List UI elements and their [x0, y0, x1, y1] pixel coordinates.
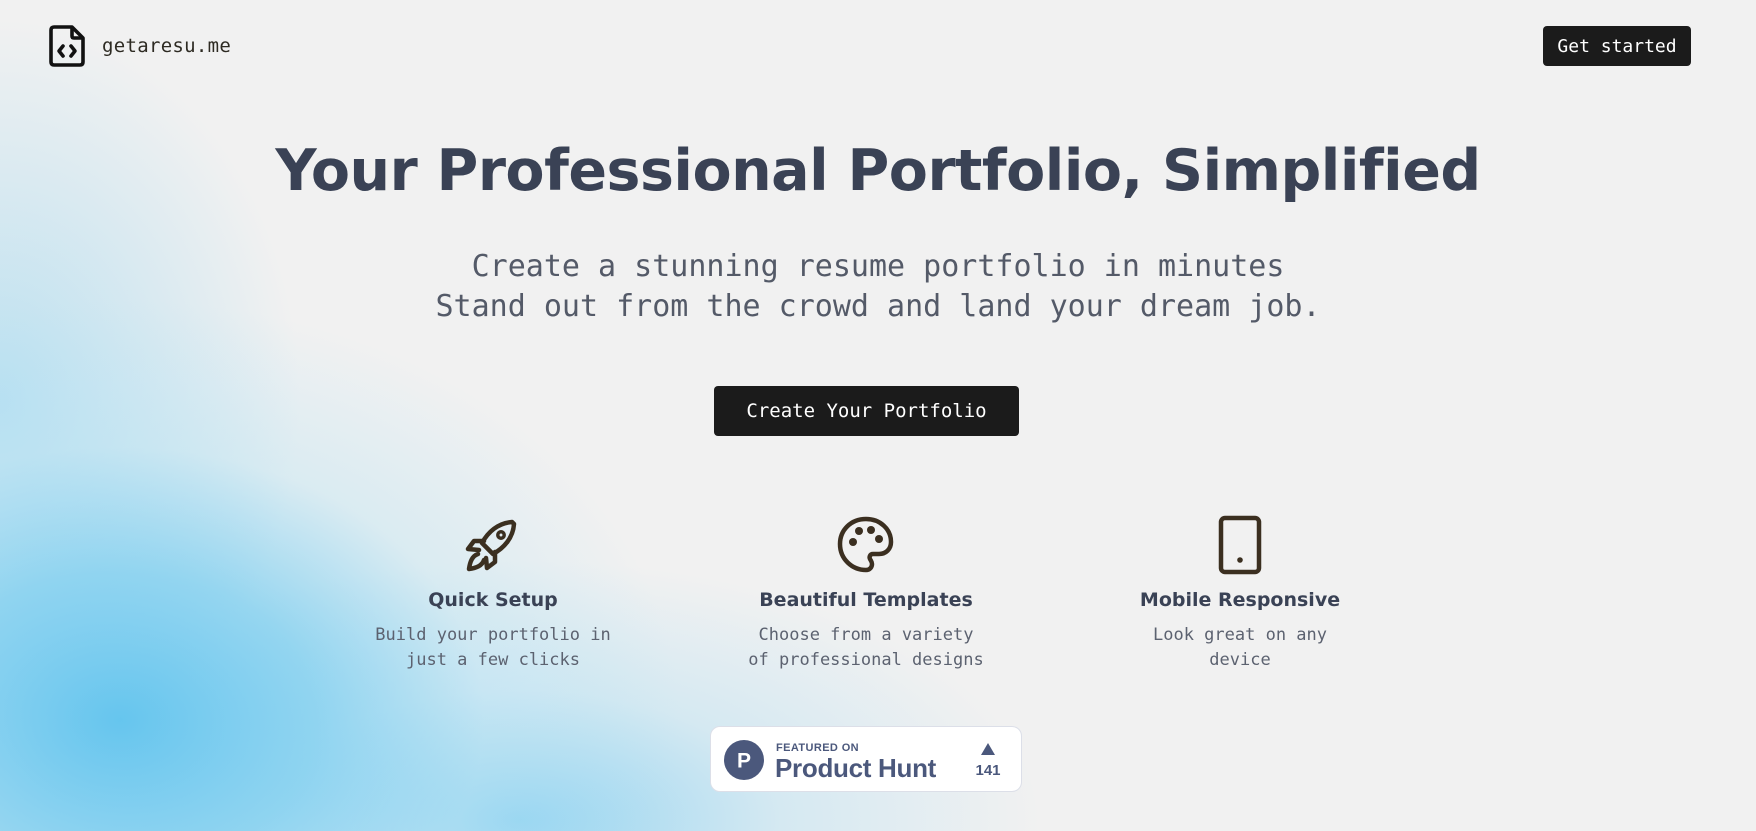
hero-subtitle: Create a stunning resume portfolio in mi… [0, 247, 1756, 327]
feature-description-line: of professional designs [748, 650, 984, 670]
brand-name: getaresu.me [102, 35, 232, 57]
feature-description-line: Build your portfolio in [375, 625, 611, 645]
palette-icon [837, 516, 894, 573]
product-hunt-upvote-count: 141 [975, 762, 1001, 779]
brand-logo-link[interactable]: getaresu.me [48, 24, 231, 68]
feature-description-line: just a few clicks [406, 650, 580, 670]
hero-subtitle-line: Stand out from the crowd and land your d… [435, 289, 1321, 324]
feature-mobile-responsive: Mobile Responsive Look great on any devi… [1090, 514, 1390, 673]
mobile-icon [1218, 515, 1262, 575]
feature-description-line: Choose from a variety [758, 625, 974, 645]
create-portfolio-button[interactable]: Create Your Portfolio [714, 386, 1019, 436]
site-header: getaresu.me Get started [0, 0, 1756, 92]
feature-description: Choose from a variety of professional de… [716, 623, 1016, 673]
feature-description-line: Look great on any [1153, 625, 1327, 645]
hero-subtitle-line: Create a stunning resume portfolio in mi… [471, 249, 1285, 284]
feature-beautiful-templates: Beautiful Templates Choose from a variet… [716, 514, 1016, 673]
product-hunt-logo-icon: P [724, 740, 764, 780]
feature-description: Build your portfolio in just a few click… [343, 623, 643, 673]
product-hunt-logo-letter: P [737, 750, 751, 773]
product-hunt-badge[interactable]: P FEATURED ON Product Hunt 141 [710, 726, 1022, 792]
file-code-icon [49, 25, 85, 67]
feature-title: Mobile Responsive [1139, 589, 1341, 611]
feature-quick-setup: Quick Setup Build your portfolio in just… [343, 514, 643, 673]
feature-description-line: device [1209, 650, 1271, 670]
rocket-icon [465, 519, 517, 572]
product-hunt-name: Product Hunt [775, 753, 937, 783]
hero-title: Your Professional Portfolio, Simplified [275, 138, 1481, 204]
upvote-triangle-icon [981, 743, 995, 755]
feature-title: Quick Setup [428, 589, 558, 611]
get-started-button[interactable]: Get started [1543, 26, 1691, 66]
feature-description: Look great on any device [1090, 623, 1390, 673]
feature-title: Beautiful Templates [759, 589, 973, 611]
